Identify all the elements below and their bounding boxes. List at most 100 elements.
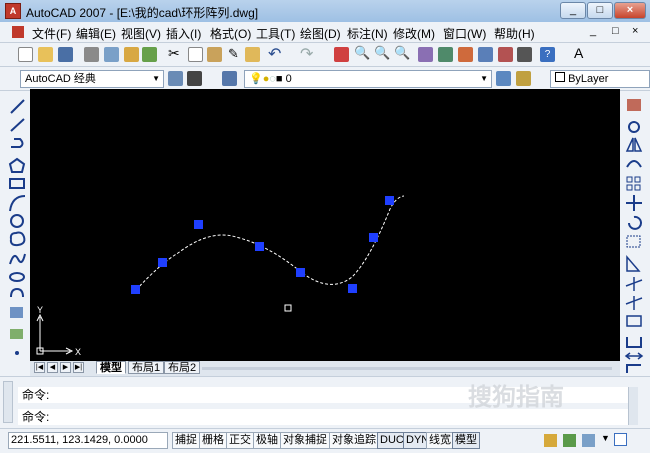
sheet-set-icon[interactable] [478,47,493,62]
workspace-settings-icon[interactable] [168,71,183,86]
ortho-toggle[interactable]: 正交 [226,432,254,449]
close-button[interactable]: × [614,2,646,19]
clean-screen-icon[interactable] [614,433,627,446]
otrack-toggle[interactable]: 对象追踪 [329,432,379,449]
document-icon[interactable] [12,26,24,38]
command-window-grip[interactable] [3,381,13,423]
tool-palettes-icon[interactable] [458,47,473,62]
publish-icon[interactable] [124,47,139,62]
grip-point[interactable] [194,220,203,229]
layer-properties-icon[interactable] [222,71,237,86]
menu-insert[interactable]: 插入(I) [166,25,201,42]
osnap-toggle[interactable]: 对象捕捉 [280,432,330,449]
doc-restore-button[interactable]: □ [612,25,619,37]
command-scrollbar[interactable] [628,387,638,425]
maximize-button[interactable]: □ [587,2,613,19]
make-current-layer-icon[interactable] [496,71,511,86]
autocad-app-icon[interactable]: A [5,3,21,19]
tab-layout1[interactable]: 布局1 [128,361,165,374]
block-editor-icon[interactable] [245,47,260,62]
match-properties-icon[interactable]: ✎ [228,46,239,62]
menu-dimension[interactable]: 标注(N) [347,25,388,42]
chevron-down-icon[interactable]: ▼ [601,433,610,443]
grip-point[interactable] [158,258,167,267]
prev-tab-button[interactable]: ◀ [47,362,58,373]
doc-minimize-button[interactable]: _ [590,25,596,37]
draw-toolbar [0,91,30,376]
menu-help[interactable]: 帮助(H) [494,25,535,42]
ucs-x-label: X [75,347,81,357]
design-center-icon[interactable] [438,47,453,62]
ucs-icon: Y X [36,305,81,357]
3d-dwf-icon[interactable] [142,47,157,62]
menu-edit[interactable]: 编辑(E) [76,25,116,42]
zoom-realtime-icon[interactable]: 🔍 [354,45,370,61]
menu-format[interactable]: 格式(O) [210,25,251,42]
tab-model[interactable]: 模型 [96,361,126,374]
new-icon[interactable] [18,47,33,62]
markup-icon[interactable] [498,47,513,62]
paste-icon[interactable] [207,47,222,62]
tab-layout2[interactable]: 布局2 [164,361,201,374]
menu-modify[interactable]: 修改(M) [393,25,435,42]
open-icon[interactable] [38,47,53,62]
first-tab-button[interactable]: |◀ [34,362,45,373]
lock-icon[interactable] [544,434,557,447]
print-icon[interactable] [84,47,99,62]
doc-close-button[interactable]: × [632,25,638,37]
grip-point[interactable] [348,284,357,293]
copy-icon[interactable] [188,47,203,62]
undo-icon[interactable]: ↶ [268,44,281,64]
color-dropdown[interactable]: ByLayer [550,70,650,88]
menu-view[interactable]: 视图(V) [121,25,161,42]
crosshair-pickbox [284,304,292,312]
grip-point[interactable] [369,233,378,242]
layer-dropdown[interactable]: 💡●◌■ 0 ▼ [244,70,492,88]
drawing-canvas[interactable]: Y X [30,89,620,361]
color-value: ByLayer [568,73,609,85]
layer-previous-icon[interactable] [516,71,531,86]
grip-point[interactable] [131,285,140,294]
grip-point[interactable] [385,196,394,205]
properties-icon[interactable] [418,47,433,62]
menu-file[interactable]: 文件(F) [32,25,71,42]
zoom-window-icon[interactable]: 🔍 [374,45,390,61]
menu-bar: 文件(F) 编辑(E) 视图(V) 插入(I) 格式(O) 工具(T) 绘图(D… [0,22,650,43]
next-tab-button[interactable]: ▶ [60,362,71,373]
plot-preview-icon[interactable] [104,47,119,62]
my-workspace-icon[interactable] [187,71,202,86]
layer-value: 0 [285,73,292,85]
snap-toggle[interactable]: 捕捉 [172,432,200,449]
tray-settings-icon[interactable] [563,434,576,447]
coordinates-display: 221.5511, 123.1429, 0.0000 [8,432,168,449]
menu-draw[interactable]: 绘图(D) [300,25,341,42]
pan-icon[interactable] [334,47,349,62]
menu-tools[interactable]: 工具(T) [256,25,295,42]
horizontal-scrollbar[interactable] [202,367,612,370]
chevron-down-icon: ▼ [152,74,160,83]
redo-icon[interactable]: ↷ [300,44,313,64]
model-space-toggle[interactable]: 模型 [452,432,480,449]
ucs-y-label: Y [37,305,43,315]
save-icon[interactable] [58,47,73,62]
drawing-area[interactable]: Y X [30,89,620,361]
modify-toolbar-icons [624,99,644,373]
workspace-dropdown[interactable]: AutoCAD 经典 ▼ [20,70,164,88]
grip-point[interactable] [296,268,305,277]
grid-toggle[interactable]: 栅格 [199,432,227,449]
cut-icon[interactable]: ✂ [168,45,180,62]
text-style-icon[interactable]: A [574,45,583,61]
polar-toggle[interactable]: 极轴 [253,432,281,449]
spline-curve[interactable] [135,195,405,291]
calculator-icon[interactable] [517,47,532,62]
lineweight-toggle[interactable]: 线宽 [426,432,454,449]
workspace-value: AutoCAD 经典 [25,73,96,85]
grip-point[interactable] [255,242,264,251]
minimize-button[interactable]: _ [560,2,586,19]
zoom-previous-icon[interactable]: 🔍 [394,45,410,61]
menu-window[interactable]: 窗口(W) [443,25,486,42]
draw-toolbar-icons [8,99,26,355]
last-tab-button[interactable]: ▶| [73,362,84,373]
help-icon[interactable]: ? [540,47,555,62]
communication-center-icon[interactable] [582,434,595,447]
